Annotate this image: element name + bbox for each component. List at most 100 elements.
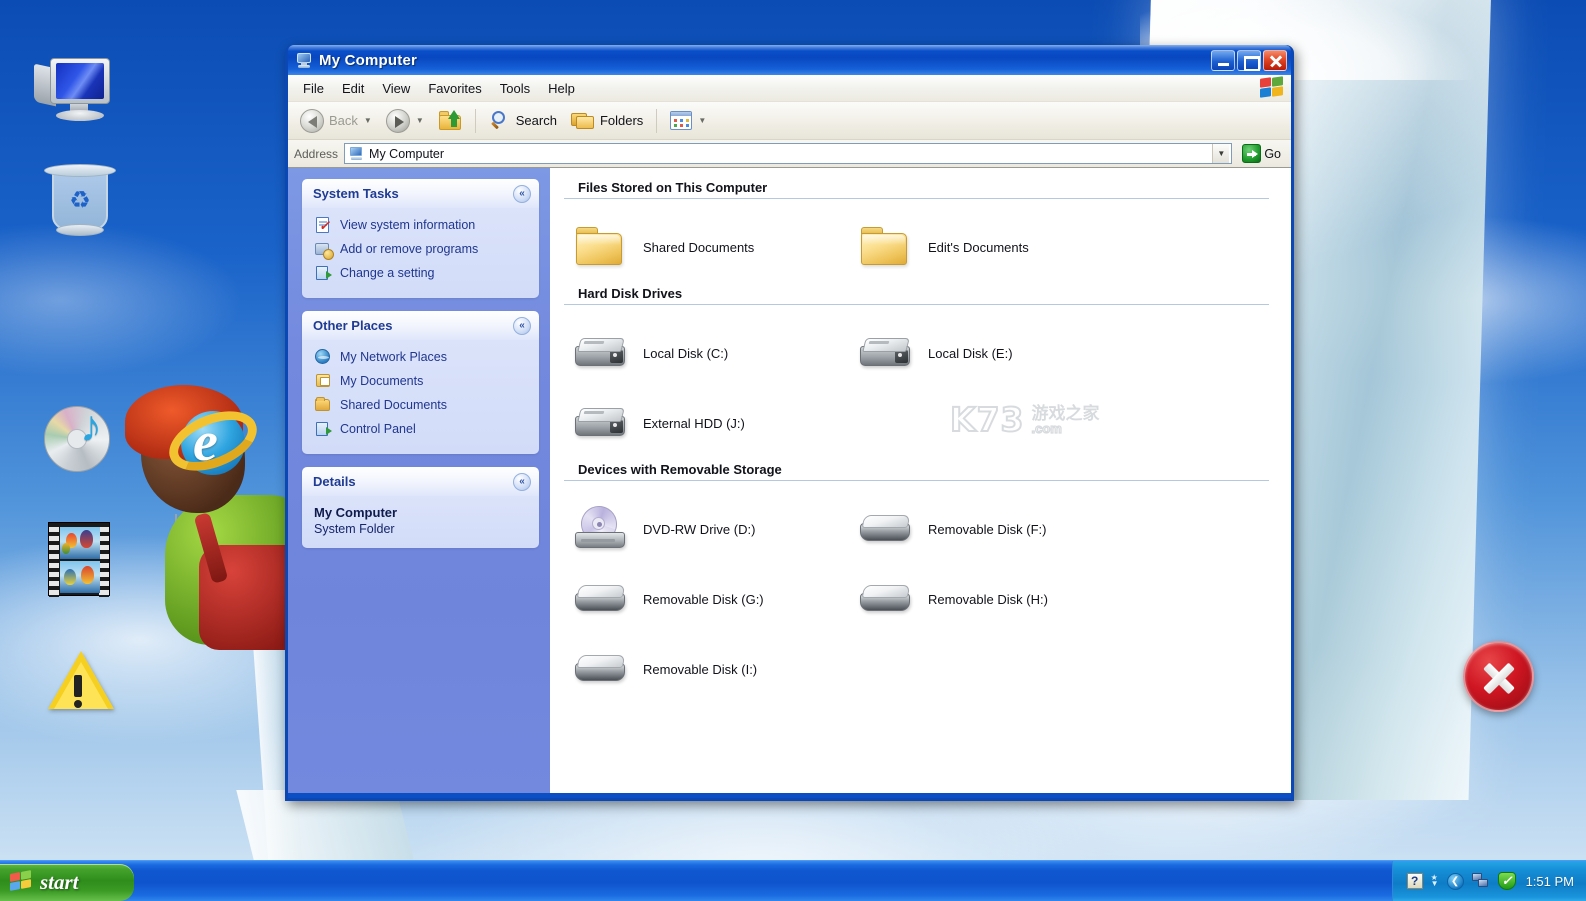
- sidebar-item-shared-documents[interactable]: Shared Documents: [314, 396, 529, 414]
- other-places-body: My Network Places My Documents Shared Do…: [302, 340, 539, 454]
- video-file-desktop-icon[interactable]: [36, 518, 122, 602]
- search-icon: [489, 110, 511, 132]
- group-hard-disk-drives: Hard Disk Drives Local Disk (C:) Local D…: [550, 286, 1291, 458]
- menu-edit[interactable]: Edit: [333, 78, 373, 99]
- my-documents-icon: [314, 372, 332, 390]
- warning-exclamation: [74, 675, 82, 697]
- sidebar-item-add-or-remove-programs[interactable]: Add or remove programs: [314, 240, 529, 258]
- search-label: Search: [516, 113, 557, 128]
- sidebar-item-control-panel[interactable]: Control Panel: [314, 420, 529, 438]
- views-button[interactable]: ▼: [664, 108, 712, 133]
- list-item[interactable]: Removable Disk (H:): [853, 564, 1138, 634]
- collapse-chevron-icon[interactable]: «: [513, 317, 531, 335]
- window-titlebar[interactable]: My Computer: [288, 45, 1291, 75]
- removable-disk-icon: [572, 644, 630, 694]
- sidebar-item-my-documents[interactable]: My Documents: [314, 372, 529, 390]
- up-folder-icon: [438, 110, 462, 132]
- system-tasks-body: ✓ View system information Add or remove …: [302, 208, 539, 298]
- details-header[interactable]: Details «: [302, 467, 539, 496]
- hard-drive-icon: [572, 328, 630, 378]
- audio-cd-desktop-icon[interactable]: ♪: [36, 400, 122, 480]
- sidebar-label: View system information: [340, 218, 475, 232]
- start-button[interactable]: start: [0, 864, 134, 901]
- menu-bar: File Edit View Favorites Tools Help: [288, 75, 1291, 102]
- list-item[interactable]: Shared Documents: [568, 212, 853, 282]
- security-shield-icon[interactable]: ✓: [1498, 872, 1516, 890]
- collapse-chevron-icon[interactable]: «: [513, 473, 531, 491]
- address-label: Address: [294, 147, 338, 161]
- details-title: Details: [313, 474, 513, 489]
- file-list-area[interactable]: Files Stored on This Computer Shared Doc…: [550, 168, 1291, 793]
- updown-icon[interactable]: ★▼: [1431, 875, 1439, 887]
- menu-favorites[interactable]: Favorites: [419, 78, 490, 99]
- warning-desktop-icon[interactable]: [40, 645, 126, 717]
- list-item[interactable]: Removable Disk (G:): [568, 564, 853, 634]
- dvd-drive-icon: [572, 504, 630, 554]
- sidebar-item-my-network-places[interactable]: My Network Places: [314, 348, 529, 366]
- list-item[interactable]: Local Disk (E:): [853, 318, 1138, 388]
- removable-disk-icon: [857, 504, 915, 554]
- sidebar-item-view-system-information[interactable]: ✓ View system information: [314, 216, 529, 234]
- back-dropdown-caret-icon[interactable]: ▼: [364, 116, 372, 125]
- views-dropdown-caret-icon[interactable]: ▼: [698, 116, 706, 125]
- menu-file[interactable]: File: [294, 78, 333, 99]
- control-panel-icon: [314, 420, 332, 438]
- monitor-screen: [56, 63, 104, 99]
- search-button[interactable]: Search: [483, 107, 563, 135]
- list-item[interactable]: Edit's Documents: [853, 212, 1138, 282]
- menu-view[interactable]: View: [373, 78, 419, 99]
- menu-help[interactable]: Help: [539, 78, 584, 99]
- list-item[interactable]: DVD-RW Drive (D:): [568, 494, 853, 564]
- item-label: Local Disk (E:): [928, 346, 1013, 361]
- sidebar-label: My Documents: [340, 374, 423, 388]
- network-icon[interactable]: [1472, 873, 1490, 889]
- list-item[interactable]: Local Disk (C:): [568, 318, 853, 388]
- system-tasks-header[interactable]: System Tasks «: [302, 179, 539, 208]
- item-label: Removable Disk (G:): [643, 592, 764, 607]
- sidebar-label: Change a setting: [340, 266, 435, 280]
- address-input[interactable]: My Computer ▼: [344, 143, 1232, 164]
- list-item[interactable]: External HDD (J:): [568, 388, 853, 458]
- list-item[interactable]: Removable Disk (F:): [853, 494, 1138, 564]
- back-arrow-icon: [300, 109, 324, 133]
- item-label: Removable Disk (I:): [643, 662, 757, 677]
- sidebar-label: Shared Documents: [340, 398, 447, 412]
- add-remove-programs-icon: [314, 240, 332, 258]
- address-dropdown-button[interactable]: ▼: [1212, 144, 1229, 163]
- list-item[interactable]: Removable Disk (I:): [568, 634, 853, 704]
- system-tasks-panel: System Tasks « ✓ View system information…: [302, 179, 539, 298]
- views-icon: [670, 111, 692, 130]
- close-button[interactable]: [1263, 50, 1287, 71]
- forward-button[interactable]: ▼: [380, 106, 430, 136]
- help-icon[interactable]: ?: [1407, 873, 1423, 889]
- folders-button[interactable]: Folders: [565, 108, 649, 134]
- show-hidden-chevron-icon[interactable]: ❮: [1447, 873, 1464, 890]
- other-places-header[interactable]: Other Places «: [302, 311, 539, 340]
- system-info-icon: ✓: [314, 216, 332, 234]
- taskbar: start ? ★▼ ❮ ✓ 1:51 PM: [0, 860, 1586, 901]
- system-tray: ? ★▼ ❮ ✓ 1:51 PM: [1392, 861, 1586, 901]
- go-button[interactable]: Go: [1238, 143, 1285, 164]
- minimize-button[interactable]: [1211, 50, 1235, 71]
- details-panel: Details « My Computer System Folder: [302, 467, 539, 548]
- sidebar-item-change-a-setting[interactable]: Change a setting: [314, 264, 529, 282]
- internet-explorer-icon: e: [167, 397, 259, 489]
- recycle-bin-desktop-icon[interactable]: ♻: [30, 162, 116, 247]
- back-label: Back: [329, 113, 358, 128]
- forward-dropdown-caret-icon[interactable]: ▼: [416, 116, 424, 125]
- red-close-circle-button[interactable]: [1463, 641, 1534, 712]
- details-body: My Computer System Folder: [302, 496, 539, 548]
- hard-drive-icon: [572, 398, 630, 448]
- folder-icon: [314, 396, 332, 414]
- my-computer-desktop-icon[interactable]: [30, 52, 116, 132]
- system-tasks-title: System Tasks: [313, 186, 513, 201]
- sidebar-label: My Network Places: [340, 350, 447, 364]
- collapse-chevron-icon[interactable]: «: [513, 185, 531, 203]
- toolbar: Back ▼ ▼ Search Folders: [288, 102, 1291, 140]
- menu-tools[interactable]: Tools: [491, 78, 539, 99]
- back-button[interactable]: Back ▼: [294, 106, 378, 136]
- up-button[interactable]: [432, 107, 468, 135]
- maximize-button[interactable]: [1237, 50, 1261, 71]
- clock[interactable]: 1:51 PM: [1526, 874, 1574, 889]
- group-heading: Files Stored on This Computer: [564, 180, 1269, 199]
